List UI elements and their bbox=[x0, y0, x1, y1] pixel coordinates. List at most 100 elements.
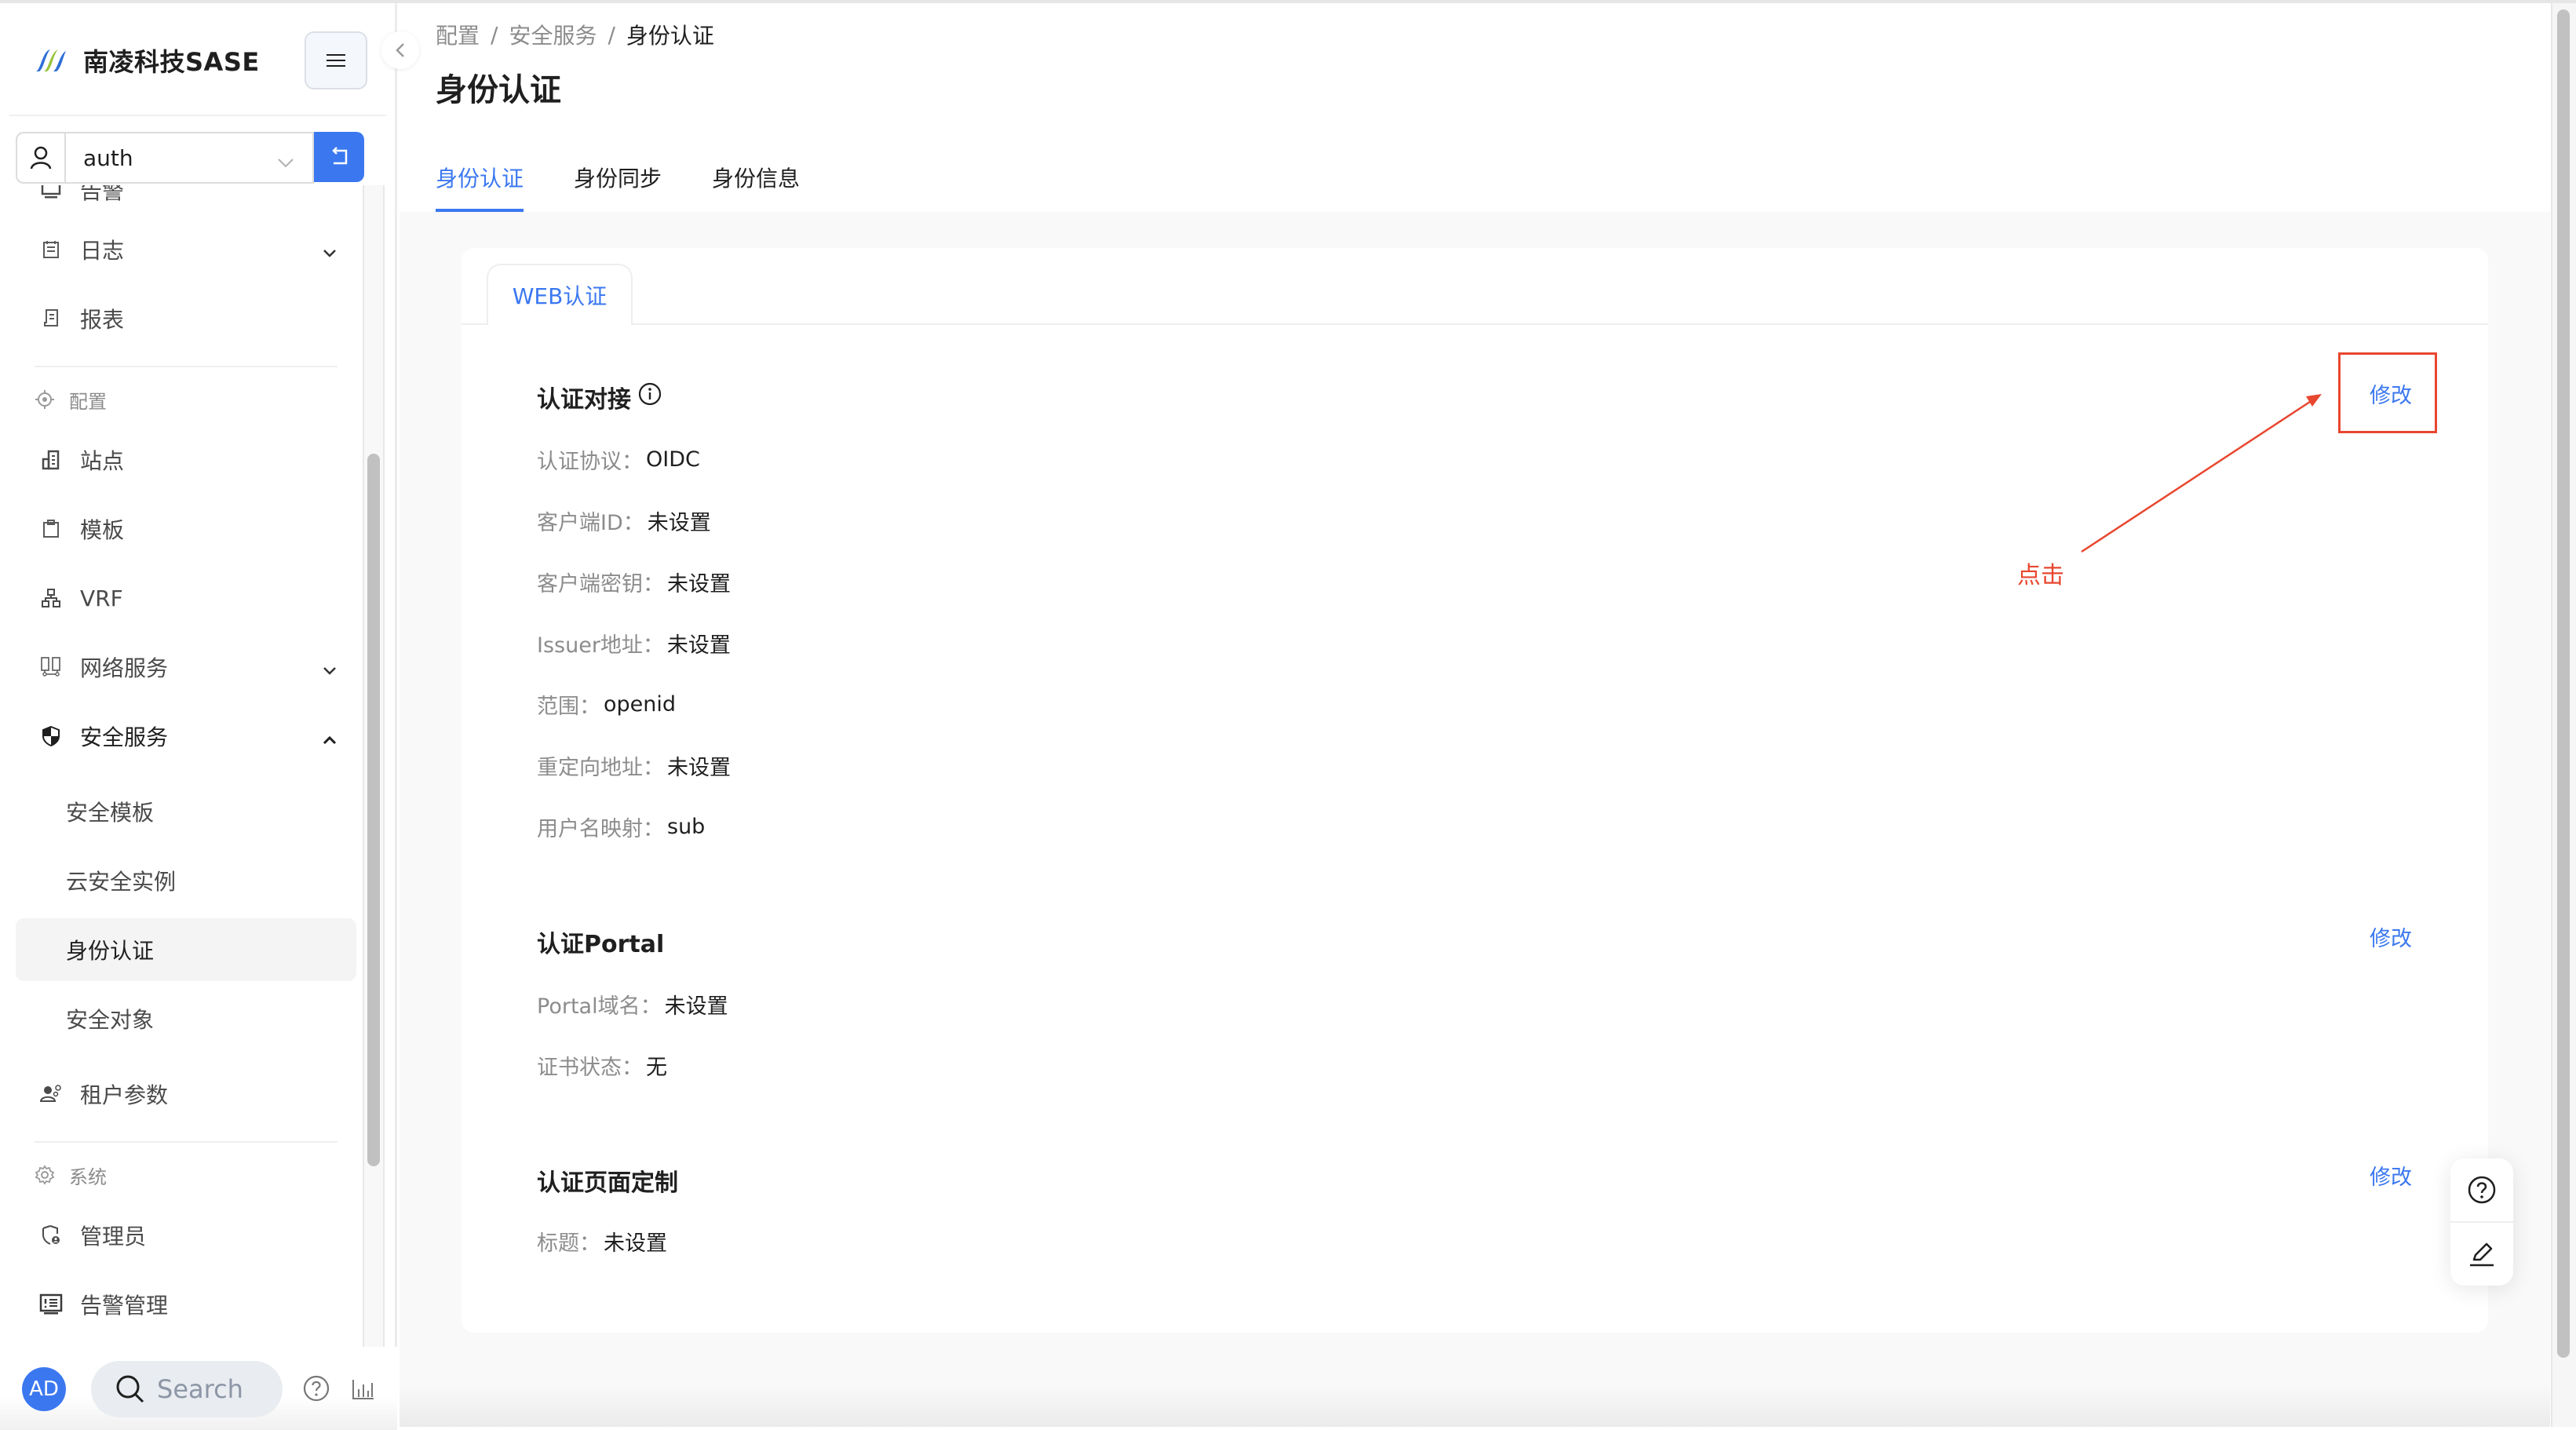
sidebar-item-reports[interactable]: 报表 bbox=[39, 303, 338, 334]
floating-help-button[interactable] bbox=[2450, 1158, 2513, 1221]
sidebar-item-label: 管理员 bbox=[80, 1224, 147, 1249]
floating-toolbar bbox=[2450, 1158, 2513, 1286]
help-circle-icon[interactable] bbox=[303, 1375, 330, 1405]
edit-page-customization-button[interactable]: 修改 bbox=[2370, 1160, 2412, 1191]
sidebar-item-label: 告警 bbox=[80, 185, 125, 204]
edit-auth-portal-button[interactable]: 修改 bbox=[2370, 921, 2412, 952]
page-scrollbar-thumb[interactable] bbox=[2557, 9, 2570, 1358]
nav-group-label: 系统 bbox=[69, 1166, 107, 1188]
sidebar-item-label: 报表 bbox=[80, 307, 125, 333]
field-label: 重定向地址： bbox=[537, 756, 664, 780]
sidebar-item-label: 模板 bbox=[80, 517, 125, 543]
sidebar-subitem-label: 身份认证 bbox=[66, 938, 155, 964]
content-bottom-fade bbox=[400, 1384, 2550, 1427]
bar-chart-icon[interactable] bbox=[352, 1378, 375, 1403]
sidebar-item-network-services[interactable]: 网络服务 bbox=[39, 651, 338, 683]
tab-bar: 身份认证 身份同步 身份信息 bbox=[436, 157, 850, 212]
alarm-monitor-icon bbox=[39, 1293, 63, 1316]
sidebar-item-label: 租户参数 bbox=[80, 1082, 169, 1108]
field-label: 用户名映射： bbox=[537, 817, 664, 841]
tenant-selector: auth bbox=[16, 132, 364, 184]
field-portal-domain: Portal域名： 未设置 bbox=[537, 989, 728, 1020]
tenant-switch-button[interactable] bbox=[314, 132, 364, 182]
sidebar-item-admins[interactable]: 管理员 bbox=[39, 1220, 338, 1251]
monitor-icon bbox=[39, 185, 63, 202]
field-label: 认证协议： bbox=[537, 450, 643, 474]
sidebar-subitem-cloud-security-instances[interactable]: 云安全实例 bbox=[66, 865, 176, 896]
field-cert-status: 证书状态： 无 bbox=[537, 1050, 667, 1081]
sidebar-subitem-identity-auth[interactable]: 身份认证 bbox=[16, 918, 356, 981]
brand-divider bbox=[9, 115, 386, 116]
gear-icon bbox=[35, 1165, 55, 1185]
clipboard-icon bbox=[39, 517, 63, 541]
tab-web-auth[interactable]: WEB认证 bbox=[487, 264, 633, 325]
sidebar-item-logs[interactable]: 日志 bbox=[39, 234, 338, 265]
field-page-title: 标题： 未设置 bbox=[537, 1226, 667, 1257]
tenant-select-value: auth bbox=[83, 144, 133, 171]
sidebar-collapse-button[interactable] bbox=[381, 31, 419, 69]
field-value: sub bbox=[667, 815, 706, 839]
nav-group-config: 配置 bbox=[35, 386, 107, 413]
breadcrumb-separator: / bbox=[491, 21, 498, 48]
sidebar-item-vrf[interactable]: VRF bbox=[39, 582, 338, 614]
tab-identity-sync[interactable]: 身份同步 bbox=[574, 157, 662, 212]
sidebar-subitem-security-templates[interactable]: 安全模板 bbox=[66, 796, 154, 827]
field-value: 未设置 bbox=[664, 994, 728, 1019]
sidebar-item-label: 告警管理 bbox=[80, 1293, 169, 1319]
nav-group-label: 配置 bbox=[69, 390, 107, 413]
search-icon bbox=[116, 1375, 144, 1403]
chevron-left-icon bbox=[396, 43, 404, 57]
brand-name: 南凌科技SASE bbox=[83, 47, 260, 77]
annotation-highlight-box bbox=[2338, 352, 2437, 433]
breadcrumb-item[interactable]: 配置 bbox=[436, 19, 480, 50]
sidebar-item-sites[interactable]: 站点 bbox=[39, 444, 338, 476]
search-input[interactable]: Search bbox=[91, 1361, 283, 1417]
field-label: 客户端ID： bbox=[537, 511, 644, 535]
chevron-down-icon bbox=[322, 656, 338, 682]
sidebar-subitem-label: 安全对象 bbox=[66, 1007, 155, 1033]
avatar[interactable]: AD bbox=[22, 1367, 66, 1411]
sidebar-item-alerts[interactable]: 告警 bbox=[39, 185, 338, 206]
info-icon[interactable] bbox=[637, 381, 662, 413]
sidebar-scrollbar-thumb[interactable] bbox=[367, 454, 380, 1166]
sidebar-item-alarm-management[interactable]: 告警管理 bbox=[39, 1289, 338, 1320]
field-value: 未设置 bbox=[666, 633, 731, 658]
menu-toggle-button[interactable] bbox=[305, 31, 367, 89]
brand[interactable]: 南凌科技SASE bbox=[35, 38, 260, 83]
sidebar-item-label: VRF bbox=[80, 585, 123, 611]
field-label: Issuer地址： bbox=[537, 633, 664, 658]
field-label: Portal域名： bbox=[537, 994, 662, 1019]
field-label: 客户端密钥： bbox=[537, 572, 664, 596]
sidebar-subitem-security-objects[interactable]: 安全对象 bbox=[66, 1003, 154, 1034]
tab-identity-auth[interactable]: 身份认证 bbox=[436, 157, 524, 212]
field-issuer-url: Issuer地址： 未设置 bbox=[537, 628, 731, 658]
breadcrumb-separator: / bbox=[608, 21, 615, 48]
tenant-select[interactable]: auth bbox=[64, 132, 314, 184]
sidebar: 南凌科技SASE 告警 日志 报表 配置 站点 模板 VRF 网络服务 安全服务… bbox=[0, 3, 397, 1430]
sidebar-subitem-label: 云安全实例 bbox=[66, 869, 177, 895]
field-redirect-url: 重定向地址： 未设置 bbox=[537, 750, 731, 781]
field-value: OIDC bbox=[646, 447, 700, 472]
tab-identity-info[interactable]: 身份信息 bbox=[712, 157, 800, 212]
breadcrumb-item[interactable]: 安全服务 bbox=[509, 19, 597, 50]
chevron-down-icon bbox=[276, 149, 295, 175]
field-value: 无 bbox=[646, 1056, 667, 1080]
section-title-text: 认证对接 bbox=[537, 386, 631, 414]
sidebar-subitem-label: 安全模板 bbox=[66, 800, 155, 826]
nanling-logo-icon bbox=[35, 46, 68, 75]
field-value: 未设置 bbox=[667, 756, 731, 780]
field-label: 证书状态： bbox=[537, 1056, 643, 1080]
report-icon bbox=[39, 307, 63, 330]
hamburger-icon bbox=[327, 54, 345, 67]
nav-group-system: 系统 bbox=[35, 1162, 107, 1188]
sidebar-item-security-services[interactable]: 安全服务 bbox=[39, 720, 338, 752]
field-username-mapping: 用户名映射： sub bbox=[537, 812, 705, 842]
sidebar-item-templates[interactable]: 模板 bbox=[39, 513, 338, 545]
network-tree-icon bbox=[39, 586, 63, 610]
field-auth-protocol: 认证协议： OIDC bbox=[537, 444, 700, 475]
annotation-label: 点击 bbox=[2017, 562, 2064, 589]
floating-edit-button[interactable] bbox=[2450, 1223, 2513, 1286]
field-scope: 范围： openid bbox=[537, 689, 676, 720]
nav-divider bbox=[35, 366, 338, 367]
sidebar-item-tenant-params[interactable]: 租户参数 bbox=[39, 1078, 338, 1110]
